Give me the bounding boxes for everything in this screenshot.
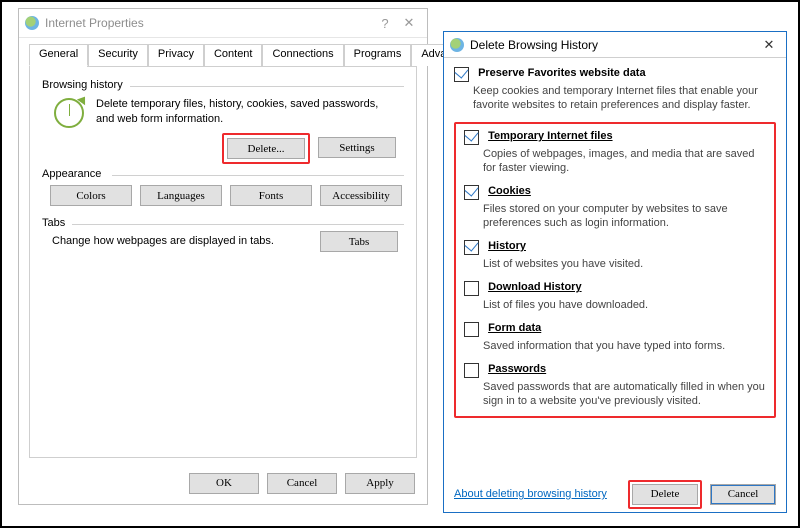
close-icon[interactable]: ✕ [397, 15, 421, 31]
preserve-favorites-checkbox[interactable] [454, 67, 469, 82]
option-dlhistory: Download History List of files you have … [464, 281, 770, 312]
ip-footer: OK Cancel Apply [19, 462, 427, 504]
colors-button[interactable]: Colors [50, 185, 132, 206]
checkbox-passwords[interactable] [464, 363, 479, 378]
option-cookies: Cookies Files stored on your computer by… [464, 185, 770, 230]
browsing-history-label: Browsing history [42, 79, 123, 91]
fonts-button[interactable]: Fonts [230, 185, 312, 206]
ie-icon [25, 16, 39, 30]
help-button[interactable]: ? [373, 16, 397, 31]
dbh-title: Delete Browsing History [470, 38, 758, 52]
checkbox-dlhistory[interactable] [464, 281, 479, 296]
close-icon[interactable]: ✕ [758, 37, 780, 53]
desc-dlhistory: List of files you have downloaded. [483, 298, 770, 312]
tab-general[interactable]: General [29, 44, 88, 66]
delete-button-highlight: Delete [628, 480, 702, 509]
label-dlhistory: Download History [488, 281, 582, 293]
ip-tabs: General Security Privacy Content Connect… [29, 44, 417, 66]
desc-cookies: Files stored on your computer by website… [483, 202, 770, 230]
dbh-footer: About deleting browsing history Delete C… [444, 476, 786, 512]
apply-button[interactable]: Apply [345, 473, 415, 494]
accessibility-button[interactable]: Accessibility [320, 185, 402, 206]
option-passwords: Passwords Saved passwords that are autom… [464, 363, 770, 408]
desc-formdata: Saved information that you have typed in… [483, 339, 770, 353]
preserve-favorites-desc: Keep cookies and temporary Internet file… [473, 84, 776, 112]
checkbox-cookies[interactable] [464, 185, 479, 200]
dbh-body: Preserve Favorites website data Keep coo… [454, 67, 776, 472]
label-passwords: Passwords [488, 363, 546, 375]
options-highlight: Temporary Internet files Copies of webpa… [454, 122, 776, 418]
preserve-favorites-row: Preserve Favorites website data Keep coo… [454, 67, 776, 112]
dbh-cancel-button[interactable]: Cancel [710, 484, 776, 505]
tabs-group-text: Change how webpages are displayed in tab… [52, 234, 282, 249]
cancel-button[interactable]: Cancel [267, 473, 337, 494]
checkbox-temp[interactable] [464, 130, 479, 145]
label-formdata: Form data [488, 322, 541, 334]
tab-connections[interactable]: Connections [262, 44, 343, 66]
divider [112, 175, 404, 176]
ip-title: Internet Properties [45, 16, 373, 30]
browsing-history-text: Delete temporary files, history, cookies… [96, 97, 392, 127]
label-history: History [488, 240, 526, 252]
divider [72, 224, 404, 225]
tab-security[interactable]: Security [88, 44, 148, 66]
divider [130, 86, 404, 87]
tab-content[interactable]: Content [204, 44, 263, 66]
languages-button[interactable]: Languages [140, 185, 222, 206]
screenshot-stage: Internet Properties ? ✕ General Security… [0, 0, 800, 528]
about-deleting-link[interactable]: About deleting browsing history [454, 488, 607, 500]
option-temp: Temporary Internet files Copies of webpa… [464, 130, 770, 175]
appearance-label: Appearance [42, 168, 101, 180]
dbh-delete-button[interactable]: Delete [632, 484, 698, 505]
ie-icon [450, 38, 464, 52]
tabs-group-label: Tabs [42, 217, 65, 229]
delete-browsing-history-dialog: Delete Browsing History ✕ Preserve Favor… [443, 31, 787, 513]
ip-body: General Security Privacy Content Connect… [29, 44, 417, 458]
option-history: History List of websites you have visite… [464, 240, 770, 271]
delete-button[interactable]: Delete... [227, 138, 305, 159]
ok-button[interactable]: OK [189, 473, 259, 494]
history-icon [54, 98, 84, 131]
desc-temp: Copies of webpages, images, and media th… [483, 147, 770, 175]
desc-passwords: Saved passwords that are automatically f… [483, 380, 770, 408]
tabs-button[interactable]: Tabs [320, 231, 398, 252]
delete-button-highlight: Delete... [222, 133, 310, 164]
dbh-titlebar: Delete Browsing History ✕ [444, 32, 786, 58]
label-temp: Temporary Internet files [488, 130, 613, 142]
ip-titlebar: Internet Properties ? ✕ [19, 9, 427, 38]
option-formdata: Form data Saved information that you hav… [464, 322, 770, 353]
tab-programs[interactable]: Programs [344, 44, 412, 66]
checkbox-history[interactable] [464, 240, 479, 255]
label-cookies: Cookies [488, 185, 531, 197]
settings-button[interactable]: Settings [318, 137, 396, 158]
checkbox-formdata[interactable] [464, 322, 479, 337]
internet-properties-window: Internet Properties ? ✕ General Security… [18, 8, 428, 505]
desc-history: List of websites you have visited. [483, 257, 770, 271]
tab-privacy[interactable]: Privacy [148, 44, 204, 66]
preserve-favorites-label: Preserve Favorites website data [478, 67, 646, 79]
